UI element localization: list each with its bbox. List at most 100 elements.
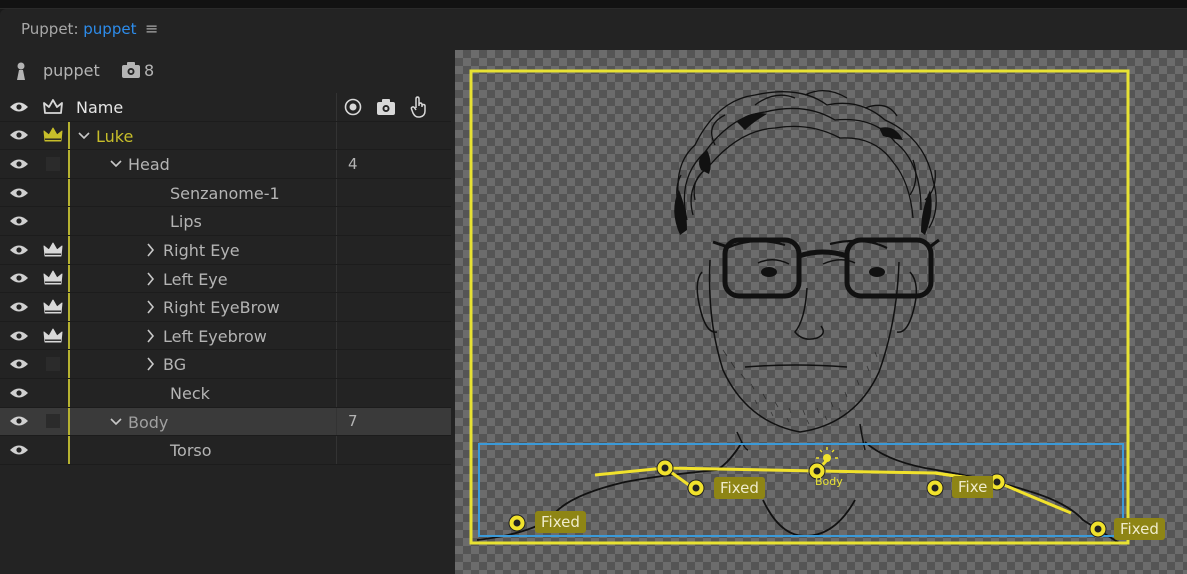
eye-icon[interactable]	[0, 265, 38, 293]
fixed-tag: Fixe	[952, 476, 994, 498]
chevron-down-icon[interactable]	[110, 413, 122, 435]
eye-icon[interactable]	[0, 150, 38, 178]
eye-icon[interactable]	[0, 350, 38, 378]
layer-row[interactable]: Neck	[0, 378, 451, 408]
crown-icon[interactable]	[38, 236, 68, 264]
crown-toggle[interactable]	[38, 207, 68, 235]
crown-toggle[interactable]	[38, 350, 68, 378]
handle-fixed-2[interactable]	[687, 479, 705, 497]
layer-row[interactable]: Left Eye	[0, 264, 451, 294]
puppet-viewport[interactable]: Body Fixed Fixed Fixe Fixed	[455, 50, 1187, 574]
crown-icon[interactable]	[38, 293, 68, 321]
crown-toggle[interactable]	[38, 150, 68, 178]
layer-name-cell[interactable]: Left Eye	[68, 264, 338, 293]
layer-row[interactable]: Senzanome-1	[0, 178, 451, 208]
crown-icon[interactable]	[38, 93, 68, 121]
layer-count: 7	[336, 407, 451, 436]
chevron-down-icon[interactable]	[110, 155, 122, 177]
eye-icon[interactable]	[0, 293, 38, 321]
puppet-bounds-box[interactable]	[469, 69, 1130, 545]
layer-name-label: Left Eye	[163, 269, 228, 289]
fixed-tag: Fixed	[1114, 518, 1165, 540]
eye-icon[interactable]	[0, 408, 38, 436]
layer-name-cell[interactable]: Body	[68, 407, 338, 436]
layer-name-cell[interactable]: Head	[68, 150, 338, 178]
crown-toggle[interactable]	[38, 379, 68, 407]
layer-row[interactable]: Right Eye	[0, 235, 451, 265]
hair-artwork	[676, 90, 937, 229]
eye-icon[interactable]	[0, 436, 38, 464]
chevron-right-icon[interactable]	[145, 241, 157, 263]
handle-fixed-1[interactable]	[508, 514, 526, 532]
layer-row[interactable]: BG	[0, 350, 451, 379]
layer-name-label: Torso	[170, 441, 212, 461]
layer-name-cell[interactable]: Right Eye	[68, 235, 338, 264]
layer-count	[336, 350, 451, 378]
layer-row[interactable]: Torso	[0, 436, 451, 465]
puppet-pin-icon	[17, 62, 25, 80]
column-icons	[336, 93, 451, 121]
layer-name-cell[interactable]: Left Eyebrow	[68, 321, 338, 350]
crown-icon[interactable]	[38, 322, 68, 350]
hand-icon[interactable]	[410, 96, 428, 118]
panel-title: Puppet: puppet	[21, 20, 136, 38]
layer-name-cell[interactable]: Luke	[68, 121, 338, 150]
layer-row[interactable]: Left Eyebrow	[0, 321, 451, 351]
layer-name-label: Luke	[96, 126, 134, 146]
record-icon[interactable]	[344, 98, 362, 116]
layer-name-cell[interactable]: Right EyeBrow	[68, 293, 338, 321]
eye-icon[interactable]	[0, 236, 38, 264]
layer-name-label: Right EyeBrow	[163, 298, 280, 318]
chevron-right-icon[interactable]	[145, 355, 157, 377]
handle-shoulder-left[interactable]	[656, 459, 674, 477]
layer-row[interactable]: Lips	[0, 207, 451, 236]
crown-icon[interactable]	[38, 265, 68, 293]
eye-icon[interactable]	[0, 93, 38, 121]
camera-icon	[122, 62, 140, 78]
layer-table-header: Name	[0, 93, 451, 122]
layer-name-cell[interactable]: Lips	[68, 207, 338, 235]
layer-name-cell[interactable]: Senzanome-1	[68, 178, 338, 207]
layer-row[interactable]: Body 7	[0, 407, 451, 437]
eye-icon[interactable]	[0, 179, 38, 207]
chevron-right-icon[interactable]	[145, 327, 157, 349]
eye-icon[interactable]	[0, 122, 38, 150]
layer-count	[336, 121, 451, 150]
layer-name-cell[interactable]: Neck	[68, 378, 338, 407]
chevron-down-icon[interactable]	[78, 127, 90, 149]
layer-row[interactable]: Head 4	[0, 150, 451, 179]
layer-row[interactable]: Right EyeBrow	[0, 293, 451, 322]
handle-fixed-4[interactable]	[1089, 520, 1107, 538]
layer-count	[336, 178, 451, 207]
eye-icon[interactable]	[0, 379, 38, 407]
beard-texture	[722, 349, 878, 425]
crown-toggle[interactable]	[38, 408, 68, 436]
hamburger-menu-icon[interactable]: ≡	[145, 19, 158, 38]
layer-name-label: Lips	[170, 212, 202, 232]
layer-count	[336, 436, 451, 464]
crown-toggle[interactable]	[38, 179, 68, 207]
name-column-label: Name	[76, 98, 124, 117]
layer-count	[336, 207, 451, 235]
chevron-right-icon[interactable]	[145, 298, 157, 320]
puppet-panel: Puppet: puppet ≡ puppet 8 Name Luke Head…	[0, 9, 1187, 574]
layer-name-cell[interactable]: BG	[68, 350, 338, 378]
eye-icon[interactable]	[0, 207, 38, 235]
crown-toggle[interactable]	[38, 436, 68, 464]
layer-panel: puppet 8 Name Luke Head 4 Senzanome-1 Li…	[0, 47, 451, 574]
puppet-name: puppet	[43, 61, 100, 80]
layer-rows: Luke Head 4 Senzanome-1 Lips Right Eye Left Ey…	[0, 121, 451, 465]
name-column-header[interactable]: Name	[68, 93, 336, 121]
chevron-right-icon[interactable]	[145, 270, 157, 292]
layer-row[interactable]: Luke	[0, 121, 451, 151]
handle-fixed-3[interactable]	[926, 479, 944, 497]
eyes-artwork	[761, 267, 885, 277]
puppet-row: puppet 8	[0, 47, 451, 93]
crown-icon[interactable]	[38, 122, 68, 150]
body-handle-label: Body	[815, 475, 843, 488]
camera-icon[interactable]	[376, 98, 396, 116]
layer-name-cell[interactable]: Torso	[68, 436, 338, 464]
layer-count	[336, 378, 451, 407]
layer-name-label: Neck	[170, 383, 210, 403]
eye-icon[interactable]	[0, 322, 38, 350]
